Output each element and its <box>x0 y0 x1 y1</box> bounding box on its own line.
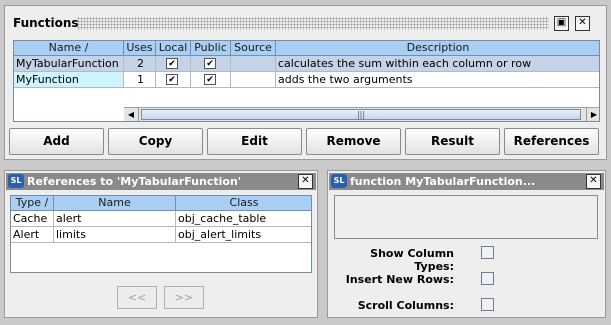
local-checkbox[interactable]: ✔ <box>166 58 178 69</box>
col-header-type[interactable]: Type / <box>11 196 54 211</box>
next-button[interactable]: >> <box>164 286 204 309</box>
close-icon[interactable]: ✕ <box>575 16 590 31</box>
table-row-name[interactable]: MyTabularFunction <box>14 56 124 72</box>
edit-button[interactable]: Edit <box>207 128 302 155</box>
col-header-public[interactable]: Public <box>191 41 231 56</box>
sl-logo-icon: SL <box>331 174 347 188</box>
restore-icon[interactable]: ▣ <box>554 16 569 31</box>
references-panel: SL References to 'MyTabularFunction' ✕ T… <box>4 170 318 318</box>
col-header-name[interactable]: Name <box>54 196 176 211</box>
function-preview-area <box>334 195 598 239</box>
references-button[interactable]: References <box>504 128 599 155</box>
result-button[interactable]: Result <box>405 128 500 155</box>
close-icon[interactable]: ✕ <box>298 174 313 189</box>
sl-logo-icon: SL <box>8 174 24 188</box>
table-row-source[interactable] <box>231 72 276 88</box>
scroll-right-icon[interactable]: ▶ <box>586 108 599 121</box>
functions-table: Name / Uses Local Public Source Descript… <box>13 40 600 122</box>
function-title: function MyTabularFunction... <box>350 175 536 188</box>
close-icon[interactable]: ✕ <box>586 174 601 189</box>
col-header-class[interactable]: Class <box>176 196 311 211</box>
table-row-local[interactable]: ✔ <box>156 72 191 88</box>
table-row-public[interactable]: ✔ <box>191 72 231 88</box>
references-title: References to 'MyTabularFunction' <box>27 175 242 188</box>
function-titlebar: SL function MyTabularFunction... ✕ <box>329 173 604 190</box>
table-row-class[interactable]: obj_alert_limits <box>176 227 311 243</box>
scroll-columns-label: Scroll Columns: <box>357 299 454 312</box>
copy-button[interactable]: Copy <box>108 128 203 155</box>
show-column-types-checkbox[interactable] <box>481 246 494 259</box>
table-row-type[interactable]: Cache <box>11 211 54 227</box>
function-panel: SL function MyTabularFunction... ✕ Show … <box>327 170 606 318</box>
references-titlebar: SL References to 'MyTabularFunction' ✕ <box>6 173 316 190</box>
table-row-public[interactable]: ✔ <box>191 56 231 72</box>
functions-title: Functions <box>13 16 79 30</box>
col-header-local[interactable]: Local <box>156 41 191 56</box>
col-header-description[interactable]: Description <box>276 41 599 56</box>
insert-new-rows-checkbox[interactable] <box>481 272 494 285</box>
remove-button[interactable]: Remove <box>306 128 401 155</box>
functions-panel: Functions ▣ ✕ Name / Uses Local Public S… <box>4 5 607 160</box>
table-row-description[interactable]: adds the two arguments <box>276 72 599 88</box>
scroll-left-icon[interactable]: ◀ <box>124 108 139 121</box>
table-row-name[interactable]: limits <box>54 227 176 243</box>
insert-new-rows-label: Insert New Rows: <box>345 273 454 286</box>
table-row-type[interactable]: Alert <box>11 227 54 243</box>
table-row-description[interactable]: calculates the sum within each column or… <box>276 56 599 72</box>
table-row-local[interactable]: ✔ <box>156 56 191 72</box>
local-checkbox[interactable]: ✔ <box>166 74 178 85</box>
horizontal-scrollbar[interactable]: ◀ ||| ▶ <box>124 107 599 121</box>
scroll-columns-checkbox[interactable] <box>481 298 494 311</box>
table-row-uses[interactable]: 1 <box>124 72 156 88</box>
public-checkbox[interactable]: ✔ <box>204 58 216 69</box>
table-row-uses[interactable]: 2 <box>124 56 156 72</box>
show-column-types-label: Show Column Types: <box>370 247 454 273</box>
col-header-name[interactable]: Name / <box>14 41 124 56</box>
table-row-name[interactable]: alert <box>54 211 176 227</box>
table-row-class[interactable]: obj_cache_table <box>176 211 311 227</box>
add-button[interactable]: Add <box>9 128 104 155</box>
prev-button[interactable]: << <box>117 286 157 309</box>
references-table: Type / Name Class Cache alert obj_cache_… <box>10 195 312 273</box>
title-grip <box>77 17 549 30</box>
col-header-source[interactable]: Source <box>231 41 276 56</box>
public-checkbox[interactable]: ✔ <box>204 74 216 85</box>
col-header-uses[interactable]: Uses <box>124 41 156 56</box>
table-row-source[interactable] <box>231 56 276 72</box>
table-row-name[interactable]: MyFunction <box>14 72 124 88</box>
scroll-thumb[interactable]: ||| <box>141 109 581 120</box>
